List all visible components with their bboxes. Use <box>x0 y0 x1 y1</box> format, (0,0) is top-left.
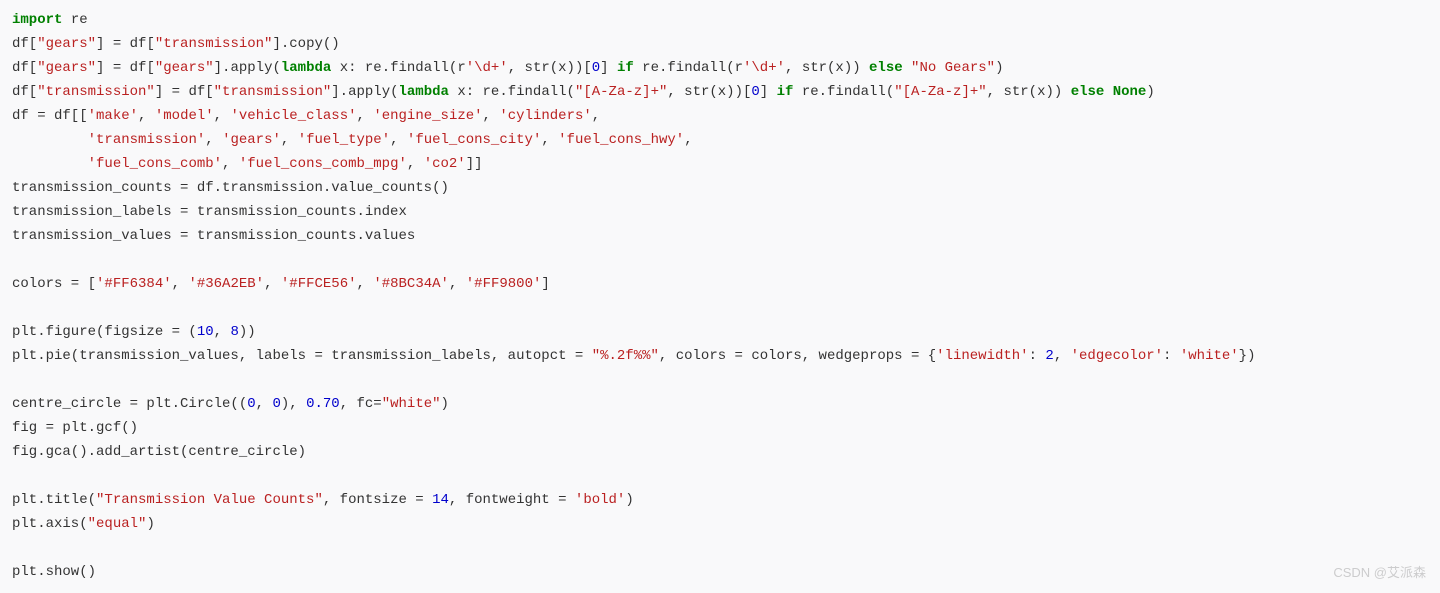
code-line: df = df[['make', 'model', 'vehicle_class… <box>12 108 600 124</box>
code-line: transmission_counts = df.transmission.va… <box>12 180 449 196</box>
code-line: transmission_values = transmission_count… <box>12 228 415 244</box>
code-line: 'transmission', 'gears', 'fuel_type', 'f… <box>12 132 693 148</box>
code-line: plt.axis("equal") <box>12 516 155 532</box>
code-line: df["gears"] = df["gears"].apply(lambda x… <box>12 60 1003 76</box>
code-line: df["transmission"] = df["transmission"].… <box>12 84 1155 100</box>
code-line: df["gears"] = df["transmission"].copy() <box>12 36 340 52</box>
code-line: import re <box>12 12 88 28</box>
code-line: centre_circle = plt.Circle((0, 0), 0.70,… <box>12 396 449 412</box>
code-line <box>12 252 20 268</box>
code-line: plt.title("Transmission Value Counts", f… <box>12 492 634 508</box>
code-line: fig = plt.gcf() <box>12 420 138 436</box>
code-line: plt.figure(figsize = (10, 8)) <box>12 324 256 340</box>
code-block: import re df["gears"] = df["transmission… <box>12 8 1428 584</box>
code-line <box>12 540 20 556</box>
code-line: colors = ['#FF6384', '#36A2EB', '#FFCE56… <box>12 276 550 292</box>
code-line <box>12 372 20 388</box>
code-line: plt.show() <box>12 564 96 580</box>
code-line <box>12 300 20 316</box>
code-line: fig.gca().add_artist(centre_circle) <box>12 444 306 460</box>
watermark: CSDN @艾派森 <box>1333 561 1426 585</box>
code-line <box>12 468 20 484</box>
code-line: transmission_labels = transmission_count… <box>12 204 407 220</box>
code-line: plt.pie(transmission_values, labels = tr… <box>12 348 1255 364</box>
code-line: 'fuel_cons_comb', 'fuel_cons_comb_mpg', … <box>12 156 483 172</box>
